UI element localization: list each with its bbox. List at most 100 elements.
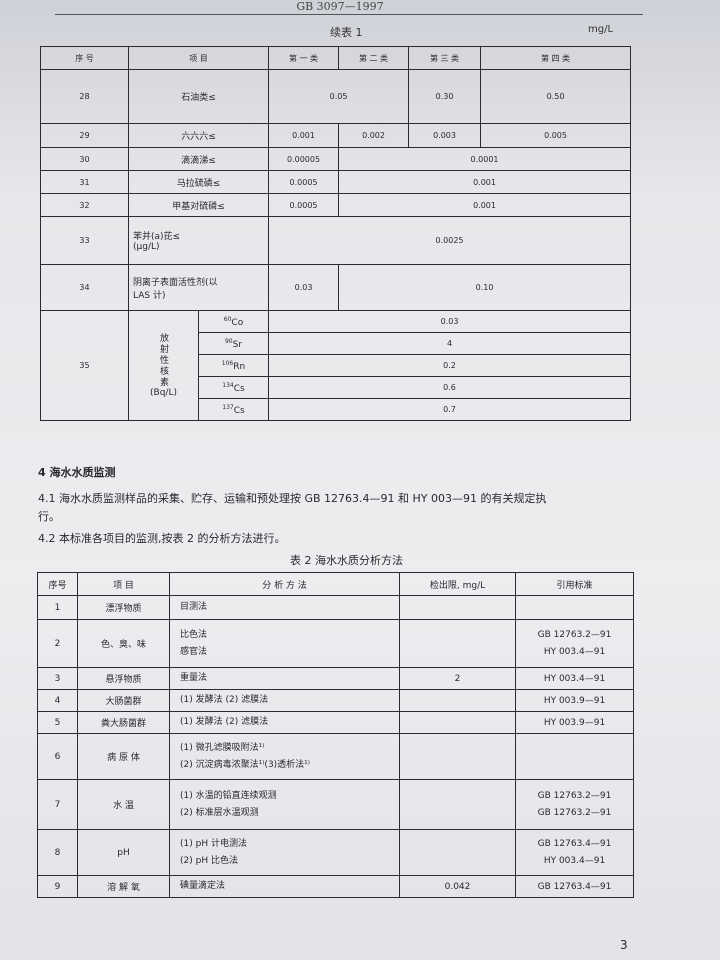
method: (1) 水温的铅直连续观测 (2) 标准层水温观测	[169, 779, 400, 830]
reference-standard: GB 12763.4—91	[515, 875, 634, 898]
item-name: 漂浮物质	[77, 595, 170, 620]
column-header: 第 二 类	[338, 46, 410, 70]
value-class-2-4: 0.001	[338, 170, 632, 194]
row-number: 31	[40, 170, 129, 194]
method-line: (1) 水温的铅直连续观测	[180, 790, 277, 801]
row-number: 6	[37, 733, 78, 780]
method: 重量法	[169, 667, 400, 690]
detection-limit: 0.042	[399, 875, 516, 898]
reference-standard: GB 12763.2—91 GB 12763.2—91	[515, 779, 634, 830]
item-name: pH	[77, 829, 170, 876]
item-name: 大肠菌群	[77, 689, 170, 712]
document-page: GB 3097—1997 续表 1 mg/L 序 号 项 目 第 一 类 第 二…	[0, 0, 720, 960]
column-header: 项 目	[127, 46, 270, 70]
mass-number: 90	[224, 337, 233, 345]
value-class-4: 0.005	[480, 123, 632, 148]
reference-standard: HY 003.4—91	[515, 667, 634, 690]
method-line: 比色法	[180, 629, 208, 640]
page-number: 3	[620, 938, 628, 952]
table-row: 28 石油类≤ 0.05 0.30 0.50	[40, 69, 632, 124]
item-name: 溶 解 氧	[77, 875, 170, 898]
row-number: 3	[37, 667, 78, 690]
item-name: 粪大肠菌群	[77, 711, 170, 734]
table-row: 8 pH (1) pH 计电测法 (2) pH 比色法 GB 12763.4—9…	[37, 829, 634, 876]
item-name: 甲基对硫磷≤	[127, 193, 270, 217]
method-line: (1) 微孔滤膜吸附法¹⁾	[180, 742, 265, 753]
method: (1) 发酵法 (2) 滤膜法	[169, 689, 400, 712]
paragraph-4-2: 4.2 本标准各项目的监测,按表 2 的分析方法进行。	[38, 532, 286, 545]
column-header: 检出限, mg/L	[399, 572, 516, 596]
column-header: 第 一 类	[268, 46, 340, 70]
element-symbol: Cs	[233, 383, 245, 394]
method: (1) 发酵法 (2) 滤膜法	[169, 711, 400, 734]
value-class-2-4: 0.0001	[338, 147, 632, 171]
detection-limit: 2	[399, 667, 516, 690]
method: 比色法 感官法	[169, 619, 400, 668]
radionuclide-group: 放射性核素 (Bq/L)	[128, 310, 199, 421]
nuclide-value: 0.6	[268, 376, 632, 399]
mass-number: 137	[222, 403, 234, 411]
table-row: 1 漂浮物质 目测法	[37, 595, 634, 620]
method-line: (2) pH 比色法	[180, 855, 238, 866]
item-name: 滴滴涕≤	[127, 147, 270, 171]
table-row: 7 水 温 (1) 水温的铅直连续观测 (2) 标准层水温观测 GB 12763…	[37, 779, 634, 830]
water-quality-standard-table: 序 号 项 目 第 一 类 第 二 类 第 三 类 第 四 类 28 石油类≤ …	[40, 46, 632, 421]
item-name: 色、臭、味	[77, 619, 170, 668]
column-header: 项 目	[77, 572, 170, 596]
detection-limit	[399, 733, 516, 780]
standard-line: GB 12763.4—91	[537, 838, 612, 849]
nuclide-cell: 60Co	[197, 310, 270, 333]
standard-line: HY 003.4—91	[543, 855, 606, 866]
method: (1) pH 计电测法 (2) pH 比色法	[169, 829, 400, 876]
row-number: 35	[40, 310, 129, 421]
table-row: 29 六六六≤ 0.001 0.002 0.003 0.005	[40, 123, 632, 148]
row-number: 2	[37, 619, 78, 668]
standard-code: GB 3097—1997	[296, 0, 384, 13]
row-number: 28	[40, 69, 129, 124]
table-row: 5 粪大肠菌群 (1) 发酵法 (2) 滤膜法 HY 003.9—91	[37, 711, 634, 734]
table-row: 3 悬浮物质 重量法 2 HY 003.4—91	[37, 667, 634, 690]
nuclide-cell: 134Cs	[197, 376, 270, 399]
paragraph-line: 行。	[38, 510, 60, 523]
row-number: 8	[37, 829, 78, 876]
column-header: 第 四 类	[480, 46, 632, 70]
column-header: 第 三 类	[408, 46, 482, 70]
method-line: (2) 标准层水温观测	[180, 807, 259, 818]
element-symbol: Rn	[233, 361, 246, 372]
row-number: 7	[37, 779, 78, 830]
value-class-2-4: 0.10	[338, 264, 632, 311]
nuclide-value: 0.7	[268, 398, 632, 421]
mass-number: 134	[222, 381, 234, 389]
row-number: 30	[40, 147, 129, 171]
item-name-line: 苯并(a)芘≤	[133, 232, 181, 242]
group-unit: (Bq/L)	[150, 388, 177, 398]
column-header: 分 析 方 法	[169, 572, 400, 596]
detection-limit	[399, 829, 516, 876]
element-symbol: Cs	[233, 405, 245, 416]
value-class-1-2: 0.05	[268, 69, 410, 124]
item-unit-line: (μg/L)	[133, 242, 160, 252]
row-number: 9	[37, 875, 78, 898]
paragraph-line: 4.1 海水水质监测样品的采集、贮存、运输和预处理按 GB 12763.4—91…	[38, 492, 547, 505]
detection-limit	[399, 689, 516, 712]
item-name: 悬浮物质	[77, 667, 170, 690]
table-row: 6 病 原 体 (1) 微孔滤膜吸附法¹⁾ (2) 沉淀病毒浓聚法¹⁾(3)透析…	[37, 733, 634, 780]
row-number: 33	[40, 216, 129, 265]
row-number: 34	[40, 264, 129, 311]
table-row: 34 阴离子表面活性剂(以 LAS 计) 0.03 0.10	[40, 264, 632, 311]
table-row: 35 放射性核素 (Bq/L) 60Co 0.03	[40, 310, 632, 421]
row-number: 32	[40, 193, 129, 217]
item-name: 六六六≤	[127, 123, 270, 148]
row-number: 1	[37, 595, 78, 620]
item-name: 阴离子表面活性剂(以 LAS 计)	[127, 264, 270, 311]
table-row: 30 滴滴涕≤ 0.00005 0.0001	[40, 147, 632, 171]
value-class-1: 0.00005	[268, 147, 340, 171]
value-class-1: 0.0005	[268, 170, 340, 194]
reference-standard	[515, 733, 634, 780]
item-name-line: 阴离子表面活性剂(以	[133, 277, 218, 288]
standard-line: GB 12763.2—91	[537, 629, 612, 640]
table-row: 4 大肠菌群 (1) 发酵法 (2) 滤膜法 HY 003.9—91	[37, 689, 634, 712]
row-number: 5	[37, 711, 78, 734]
value-class-1: 0.03	[268, 264, 340, 311]
method: 碘量滴定法	[169, 875, 400, 898]
